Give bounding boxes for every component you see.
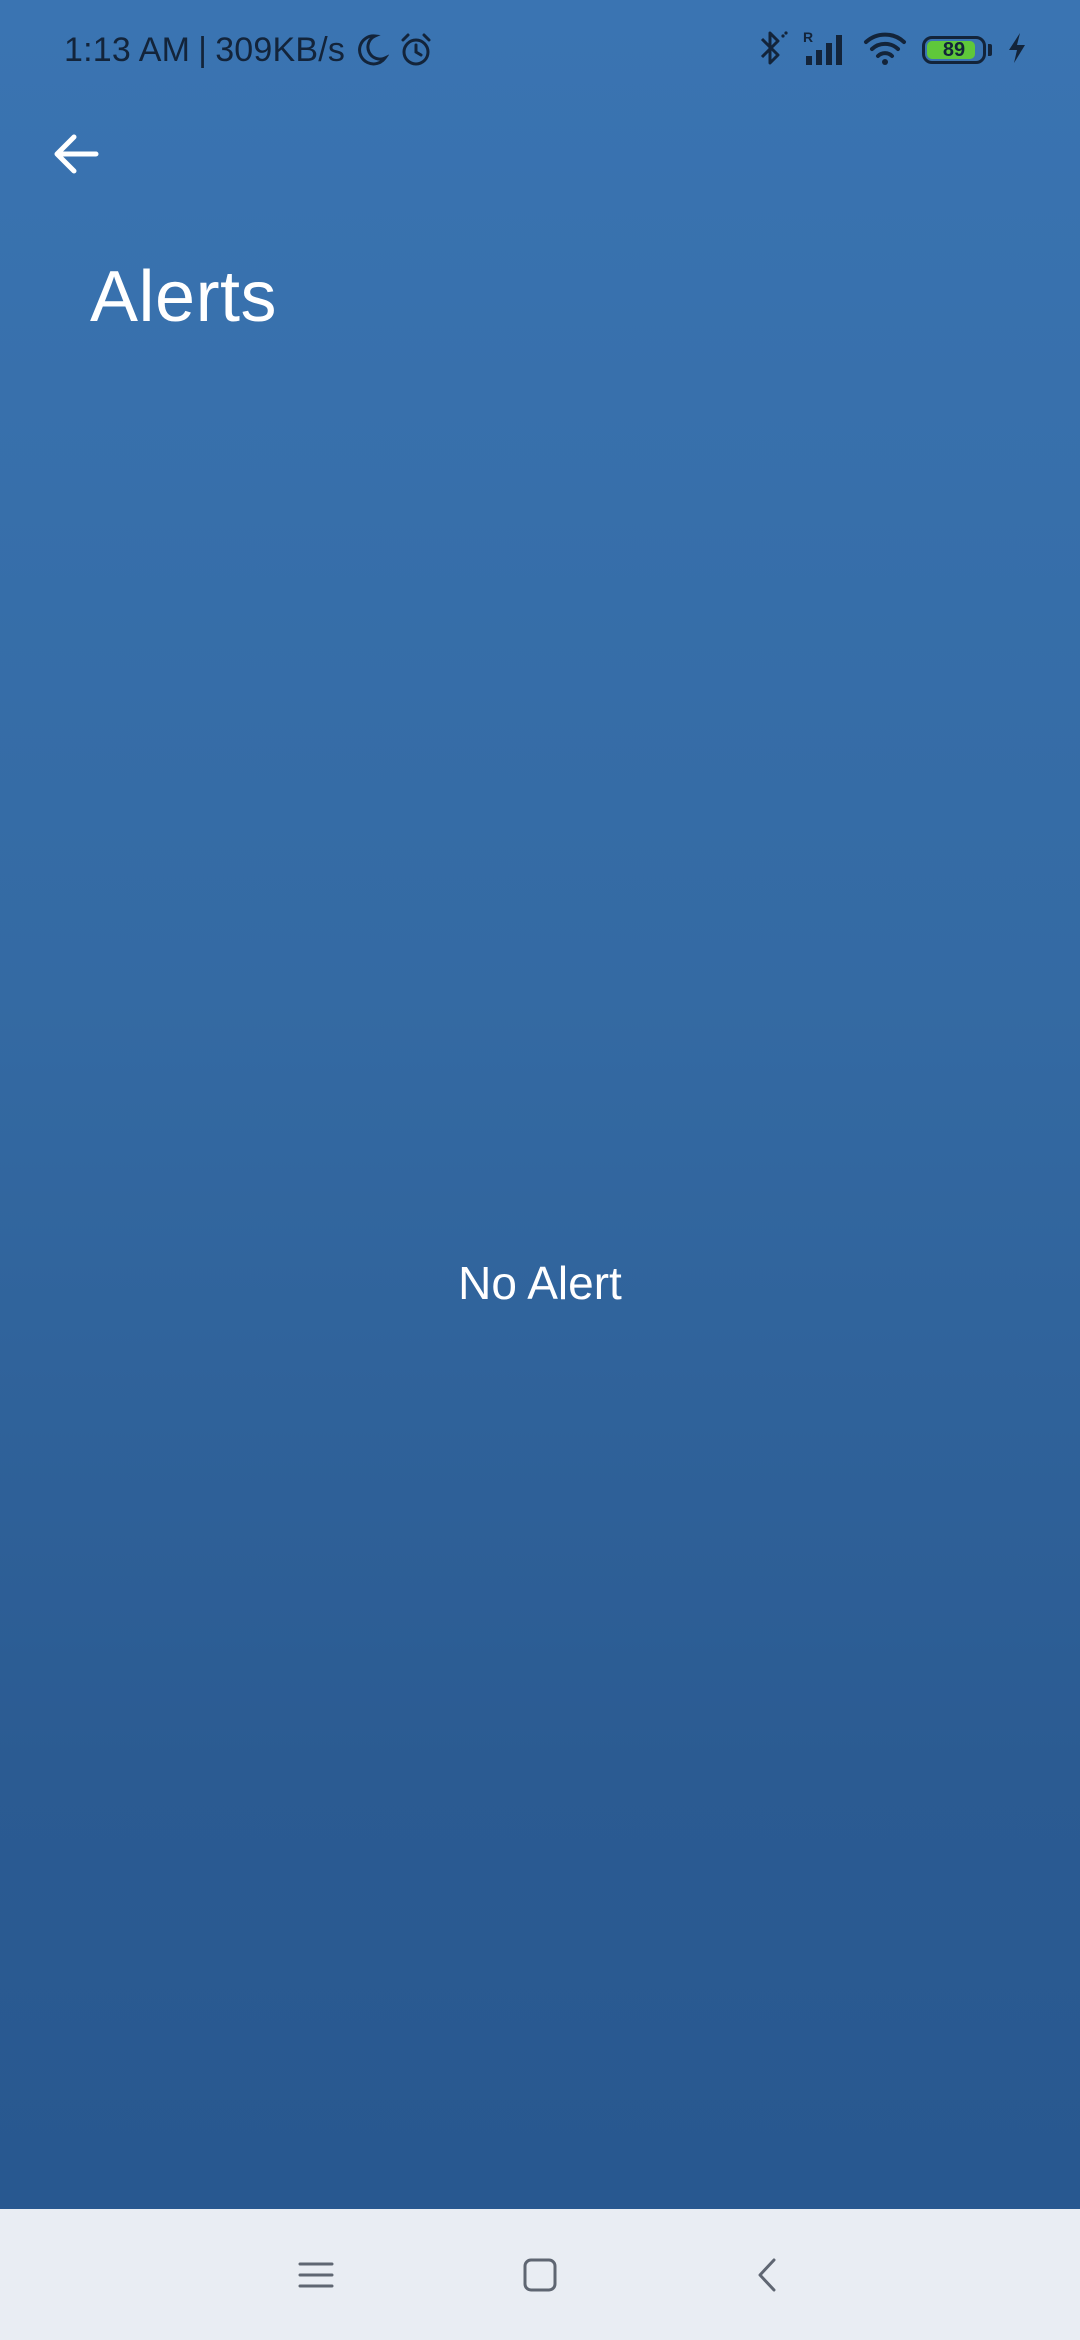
menu-icon [298, 2262, 334, 2288]
battery-level: 89 [942, 38, 966, 61]
status-right: R 89 [756, 26, 1028, 74]
svg-text:R: R [803, 29, 813, 45]
moon-icon [353, 32, 390, 68]
bluetooth-icon [756, 28, 788, 73]
status-left: 1:13 AM | 309KB/s [64, 24, 435, 76]
charging-icon [1006, 31, 1028, 70]
recents-button[interactable] [280, 2239, 352, 2311]
home-button[interactable] [504, 2239, 576, 2311]
back-button[interactable] [44, 122, 108, 186]
back-icon [758, 2258, 776, 2292]
empty-state-message: No Alert [458, 1257, 622, 1309]
alerts-screen: 1:13 AM | 309KB/s R 89 Alerts No Alert [0, 0, 1080, 2209]
battery-icon: 89 [922, 36, 986, 64]
system-back-button[interactable] [732, 2239, 804, 2311]
page-title: Alerts [90, 257, 278, 337]
wifi-icon [862, 28, 908, 73]
signal-icon: R [802, 28, 848, 73]
battery-cap [988, 44, 992, 56]
status-bar: 1:13 AM | 309KB/s R 89 [0, 0, 1080, 100]
arrow-left-icon [54, 134, 99, 174]
alarm-icon [397, 31, 435, 69]
network-speed: 309KB/s [215, 30, 346, 69]
home-icon [523, 2258, 557, 2292]
status-separator: | [198, 30, 208, 69]
status-time: 1:13 AM [64, 30, 191, 69]
navigation-bar [0, 2209, 1080, 2340]
